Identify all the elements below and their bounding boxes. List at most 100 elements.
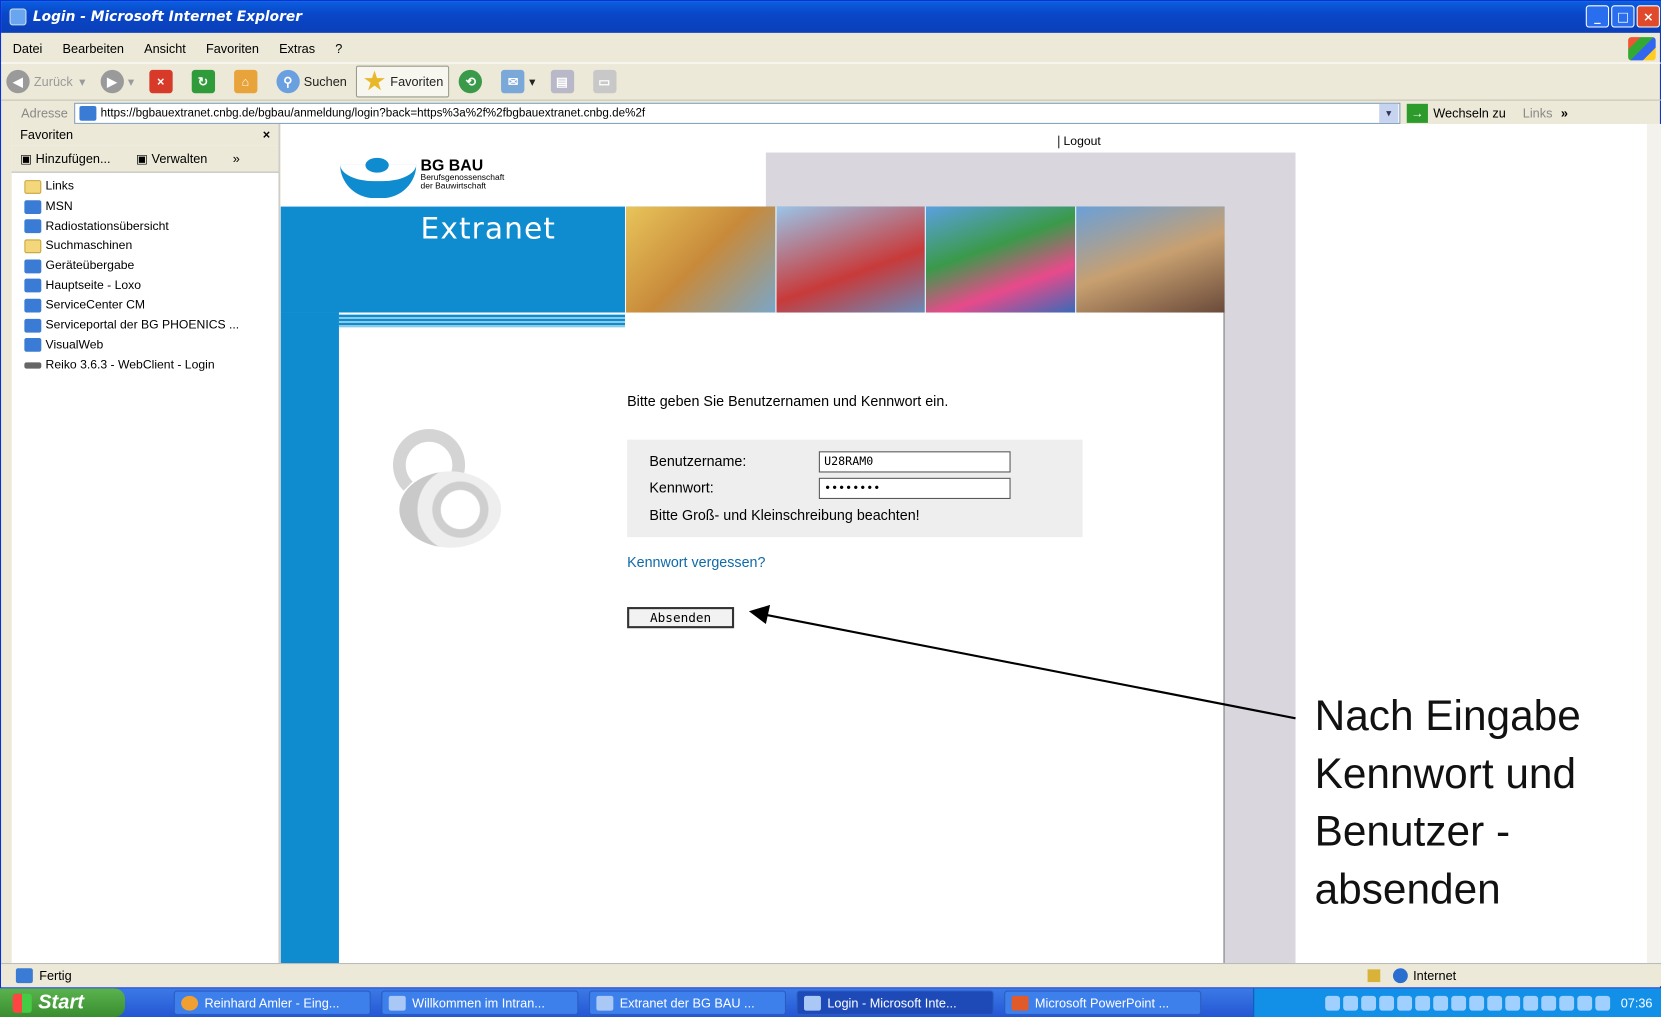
powerpoint-icon [1011,995,1029,1011]
list-item[interactable]: Reiko 3.6.3 - WebClient - Login [12,355,279,375]
start-button[interactable]: Start [0,988,125,1017]
tray-icon[interactable] [1541,995,1557,1011]
submit-button[interactable]: Absenden [627,607,735,629]
taskbar-item-label: Extranet der BG BAU ... [619,995,755,1011]
mail-button[interactable]: ✉ ▾ [496,66,541,98]
search-icon: ⚲ [276,69,300,94]
tray-icon[interactable] [1523,995,1539,1011]
password-input[interactable]: •••••••• [818,477,1011,499]
chevron-more-icon[interactable]: » [233,151,240,166]
vertical-scrollbar[interactable] [1647,123,1661,963]
ie-page-icon [24,199,42,214]
list-item-label: ServiceCenter CM [45,299,146,312]
print-button[interactable]: ▤ [545,66,583,98]
folder-icon [24,239,42,254]
history-button[interactable]: ⟲ [454,66,492,98]
list-item[interactable]: Suchmaschinen [12,236,279,256]
favorites-button[interactable]: ★ Favoriten [356,65,450,98]
tray-icon[interactable] [1595,995,1611,1011]
back-label: Zurück [33,74,73,89]
list-item-label: Reiko 3.6.3 - WebClient - Login [45,358,215,372]
list-item[interactable]: Serviceportal der BG PHOENICS ... [12,316,279,336]
star-icon: ★ [363,67,385,95]
menu-datei[interactable]: Datei [13,41,43,56]
logo-line2: der Bauwirtschaft [420,181,487,191]
tray-icon[interactable] [1343,995,1358,1011]
maximize-icon[interactable]: □ [1611,5,1635,28]
photo-celebration [924,206,1075,313]
list-item[interactable]: Hauptseite - Loxo [12,276,279,296]
tray-icon[interactable] [1469,995,1485,1011]
list-item[interactable]: Links [12,177,279,197]
go-arrow-icon: → [1406,103,1428,123]
favorites-header: Favoriten × [11,123,279,146]
tray-icon[interactable] [1577,995,1593,1011]
address-dropdown-icon[interactable]: ▾ [1379,103,1399,123]
login-panel [338,312,1225,963]
outlook-icon [181,995,199,1011]
stop-button[interactable]: × [144,66,182,98]
list-item[interactable]: Geräteübergabe [12,256,279,276]
tray-icon[interactable] [1505,995,1521,1011]
page-icon [15,967,33,983]
links-toolbar[interactable]: Links [1523,106,1553,121]
address-label: Adresse [21,105,68,121]
menu-favoriten[interactable]: Favoriten [206,41,259,56]
forward-dropdown-icon: ▾ [127,74,135,89]
list-item[interactable]: Radiostationsübersicht [12,217,279,237]
globe-icon [1392,967,1408,983]
annotation-line: Benutzer - [1314,808,1511,855]
mail-dropdown-icon: ▾ [529,74,536,89]
list-item[interactable]: VisualWeb [12,335,279,355]
tray-icon[interactable] [1433,995,1449,1011]
add-favorite-label: Hinzufügen... [35,150,111,166]
menu-help[interactable]: ? [335,41,342,56]
tray-icon[interactable] [1415,995,1431,1011]
case-sensitivity-hint: Bitte Groß- und Kleinschreibung beachten… [649,507,920,524]
tray-icon[interactable] [1559,995,1575,1011]
close-pane-icon[interactable]: × [263,127,270,142]
refresh-button[interactable]: ↻ [186,66,224,98]
menu-bearbeiten[interactable]: Bearbeiten [63,41,124,56]
title-bar: Login - Microsoft Internet Explorer _ □ … [1,1,1661,33]
home-icon: ⌂ [233,69,258,94]
list-item-label: Radiostationsübersicht [45,220,169,233]
username-input[interactable]: U28RAM0 [818,451,1011,473]
menu-ansicht[interactable]: Ansicht [144,41,186,56]
minimize-icon[interactable]: _ [1585,5,1610,28]
tray-icon[interactable] [1487,995,1503,1011]
forward-button[interactable]: ▶ ▾ [95,66,140,98]
taskbar-item[interactable]: Reinhard Amler - Eing... [173,990,371,1015]
close-icon[interactable]: × [1636,5,1660,28]
list-item-label: Serviceportal der BG PHOENICS ... [45,319,240,332]
ie-icon [596,995,614,1011]
tray-icon[interactable] [1397,995,1413,1011]
edit-button[interactable]: ▭ [587,66,625,98]
taskbar-item[interactable]: Extranet der BG BAU ... [588,990,787,1015]
list-item[interactable]: ServiceCenter CM [12,296,279,316]
back-dropdown-icon: ▾ [79,74,86,89]
list-item-label: MSN [45,200,73,213]
menu-extras[interactable]: Extras [279,41,315,56]
chevron-more-icon[interactable]: » [1561,106,1568,121]
home-button[interactable]: ⌂ [229,66,267,98]
search-button[interactable]: ⚲ Suchen [271,66,352,98]
manage-favorites-button[interactable]: ▣ Verwalten [136,151,220,166]
go-button[interactable]: → Wechseln zu [1406,103,1506,123]
address-input[interactable]: https://bgbauextranet.cnbg.de/bgbau/anme… [74,102,1401,124]
taskbar-item[interactable]: Login - Microsoft Inte... [796,990,994,1015]
tray-icon[interactable] [1451,995,1467,1011]
tray-icon[interactable] [1361,995,1376,1011]
tray-icon[interactable] [1325,995,1340,1011]
taskbar-item[interactable]: Microsoft PowerPoint ... [1004,990,1202,1015]
favorites-list: Links MSN Radiostationsübersicht Suchmas… [12,173,279,375]
add-favorite-button[interactable]: ▣ Hinzufügen... [20,151,123,166]
back-button[interactable]: ◀ Zurück ▾ [1,66,91,98]
clock[interactable]: 07:36 [1621,995,1653,1010]
forgot-password-link[interactable]: Kennwort vergessen? [627,554,765,570]
screen: Login - Microsoft Internet Explorer _ □ … [0,0,1661,1017]
tray-icon[interactable] [1379,995,1395,1011]
list-item[interactable]: MSN [12,197,279,217]
taskbar-item[interactable]: Willkommen im Intran... [381,990,579,1015]
logout-link[interactable]: Logout [1058,135,1101,149]
